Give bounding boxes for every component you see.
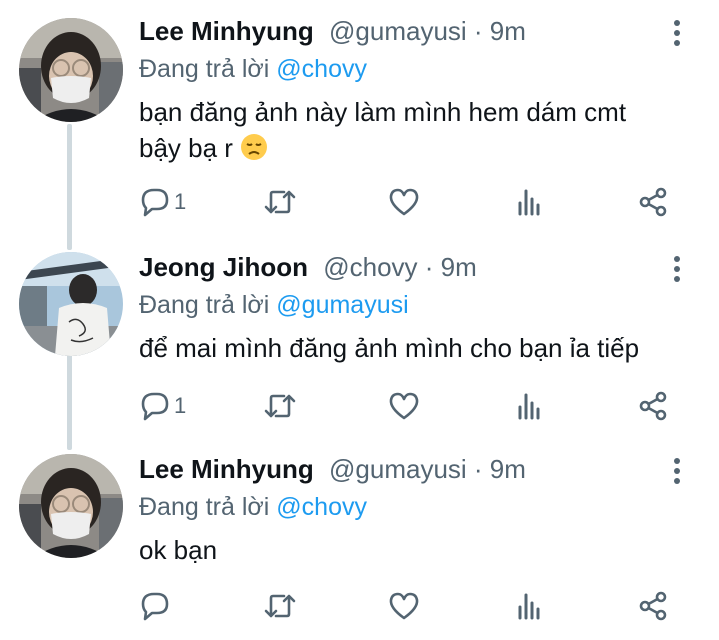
reply-icon [141, 188, 169, 217]
tweet-actions: 1 [0, 386, 719, 426]
replying-prefix: Đang trả lời [139, 291, 270, 319]
replying-to: Đang trả lời @chovy [139, 52, 367, 86]
timestamp[interactable]: · 9m [474, 454, 526, 484]
reply-button[interactable] [138, 586, 174, 626]
analytics-button[interactable] [512, 586, 546, 626]
timestamp[interactable]: · 9m [474, 16, 526, 46]
replying-prefix: Đang trả lời [139, 493, 270, 521]
reply-count: 1 [174, 189, 187, 214]
share-button[interactable] [636, 586, 670, 626]
tweet-header: Lee Minhyung @gumayusi · 9m [139, 14, 526, 48]
replying-to: Đang trả lời @gumayusi [139, 288, 409, 322]
replying-to: Đang trả lời @chovy [139, 490, 367, 524]
disappointed-face-icon [240, 133, 268, 170]
display-name[interactable]: Lee Minhyung [139, 16, 314, 46]
analytics-icon [518, 393, 540, 420]
analytics-button[interactable] [512, 386, 546, 426]
like-icon [389, 188, 419, 216]
tweet-text-line: bậy bạ r [139, 133, 233, 163]
tweet-actions: 1 [0, 182, 719, 222]
like-button[interactable] [387, 386, 421, 426]
reply-count: 1 [174, 393, 187, 418]
tweet-text-line-wrap: bậy bạ r [139, 130, 699, 170]
retweet-icon [264, 394, 296, 418]
reply-button[interactable]: 1 [138, 386, 186, 426]
tweet-text: để mai mình đăng ảnh mình cho bạn ỉa tiế… [139, 330, 699, 366]
like-icon [389, 592, 419, 620]
like-icon [389, 392, 419, 420]
tweet-text-line: bạn đăng ảnh này làm mình hem dám cmt [139, 97, 627, 127]
tweet[interactable]: Lee Minhyung @gumayusi · 9m Đang trả lời… [0, 0, 719, 236]
tweet-text-line: ok bạn [139, 535, 218, 565]
avatar[interactable] [19, 18, 123, 122]
tweet-text: bạn đăng ảnh này làm mình hem dám cmt bậ… [139, 94, 699, 170]
user-handle[interactable]: @chovy [323, 252, 417, 282]
analytics-icon [518, 189, 540, 216]
tweet-actions [0, 586, 719, 626]
tweet-header: Lee Minhyung @gumayusi · 9m [139, 452, 526, 486]
like-button[interactable] [387, 182, 421, 222]
user-handle[interactable]: @gumayusi [329, 454, 467, 484]
tweet[interactable]: Lee Minhyung @gumayusi · 9m Đang trả lời… [0, 438, 719, 640]
timestamp[interactable]: · 9m [425, 252, 477, 282]
retweet-button[interactable] [262, 386, 298, 426]
mention-link[interactable]: @chovy [276, 55, 367, 83]
share-button[interactable] [636, 182, 670, 222]
mention-link[interactable]: @chovy [276, 493, 367, 521]
share-icon [639, 391, 667, 421]
retweet-icon [264, 594, 296, 618]
more-options-icon[interactable] [666, 18, 688, 48]
avatar[interactable] [19, 454, 123, 558]
reply-icon [141, 592, 169, 621]
tweet-text: ok bạn [139, 532, 699, 568]
share-icon [639, 591, 667, 621]
display-name[interactable]: Jeong Jihoon [139, 252, 308, 282]
reply-button[interactable]: 1 [138, 182, 186, 222]
analytics-icon [518, 593, 540, 620]
avatar[interactable] [19, 252, 123, 356]
replying-prefix: Đang trả lời [139, 55, 270, 83]
tweet-text-line: để mai mình đăng ảnh mình cho bạn ỉa tiế… [139, 333, 640, 363]
more-options-icon[interactable] [666, 456, 688, 486]
analytics-button[interactable] [512, 182, 546, 222]
retweet-button[interactable] [262, 182, 298, 222]
mention-link[interactable]: @gumayusi [276, 291, 408, 319]
retweet-button[interactable] [262, 586, 298, 626]
tweet-header: Jeong Jihoon @chovy · 9m [139, 250, 477, 284]
display-name[interactable]: Lee Minhyung [139, 454, 314, 484]
tweet[interactable]: Jeong Jihoon @chovy · 9m Đang trả lời @g… [0, 236, 719, 446]
share-button[interactable] [636, 386, 670, 426]
retweet-icon [264, 190, 296, 214]
more-options-icon[interactable] [666, 254, 688, 284]
reply-icon [141, 392, 169, 421]
like-button[interactable] [387, 586, 421, 626]
user-handle[interactable]: @gumayusi [329, 16, 467, 46]
share-icon [639, 187, 667, 217]
